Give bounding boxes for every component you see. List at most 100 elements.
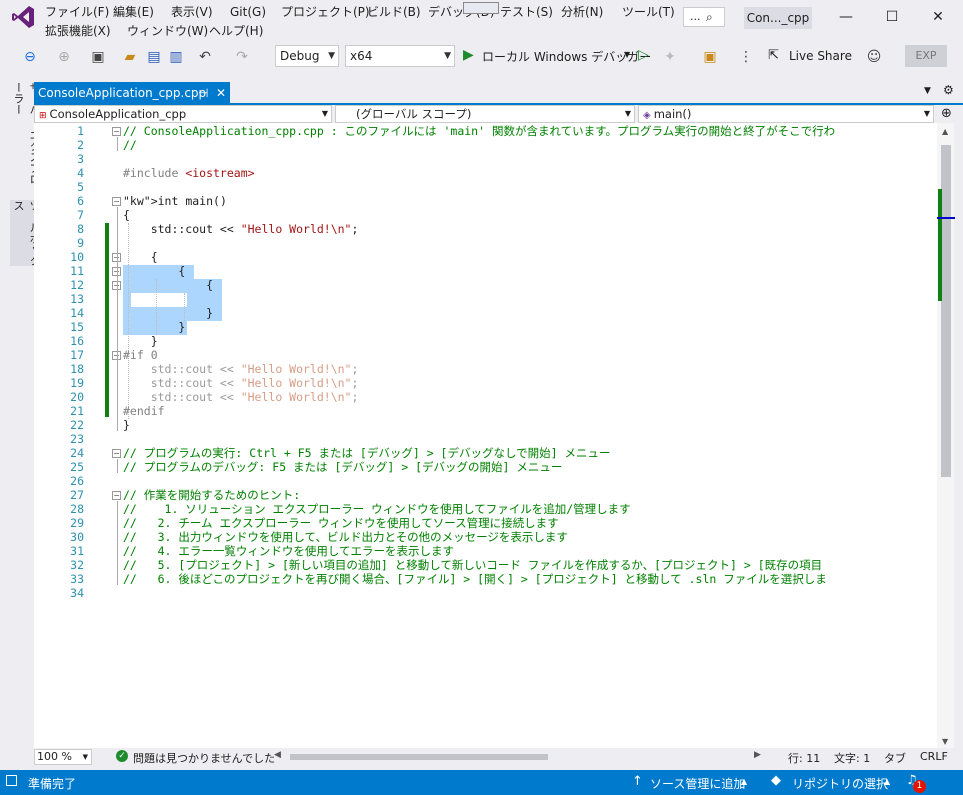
char-indicator[interactable]: 文字: 1 <box>834 750 870 766</box>
minimize-button[interactable]: — <box>826 4 866 30</box>
code-line: // <box>123 138 137 152</box>
menu-test[interactable]: テスト(S) <box>500 4 553 20</box>
chevron-down-icon: ▼ <box>82 753 88 761</box>
chevron-up-icon[interactable]: ▲ <box>884 777 890 786</box>
search-label: ... <box>690 10 701 23</box>
code-line: // 6. 後ほどこのプロジェクトを再び開く場合、[ファイル] > [開く] >… <box>123 572 827 586</box>
menu-build[interactable]: ビルド(B) <box>367 4 421 20</box>
scroll-down-icon[interactable]: ▼ <box>942 737 948 746</box>
close-tab-icon[interactable]: ✕ <box>216 82 226 104</box>
menu-analyze[interactable]: 分析(N) <box>561 4 603 20</box>
pin-icon[interactable]: ⊣ <box>198 82 208 104</box>
visual-studio-logo-icon[interactable] <box>10 4 36 30</box>
line-number: 11 <box>70 264 84 278</box>
chevron-down-icon: ▼ <box>444 51 451 61</box>
solution-title: Con..._cpp <box>744 7 812 29</box>
fold-toggle-icon[interactable]: − <box>112 449 121 458</box>
eol-indicator[interactable]: CRLF <box>920 750 948 763</box>
line-number: 8 <box>77 222 84 236</box>
platform-value: x64 <box>350 49 373 63</box>
git-repo-icon: ◆ <box>771 773 781 788</box>
chevron-up-icon[interactable]: ▲ <box>741 777 747 786</box>
line-number: 18 <box>70 362 84 376</box>
menu-extensions[interactable]: 拡張機能(X) <box>45 23 111 39</box>
add-to-source-control-button[interactable]: ソース管理に追加 <box>650 775 745 792</box>
search-box[interactable]: ... ⌕ <box>683 7 725 27</box>
scroll-thumb[interactable] <box>941 145 951 477</box>
feedback-icon[interactable]: ☺ <box>864 47 884 67</box>
line-number: 23 <box>70 432 84 446</box>
scope-nav-dropdown[interactable]: (グローバル スコープ) ▼ <box>335 105 635 123</box>
code-line: #include <iostream> <box>123 166 255 180</box>
menu-tools[interactable]: ツール(T) <box>622 4 675 20</box>
member-nav-dropdown[interactable]: ◈ main() ▼ <box>638 105 934 123</box>
scroll-up-icon[interactable]: ▲ <box>942 127 948 136</box>
menu-file[interactable]: ファイル(F) <box>45 4 109 20</box>
line-number: 14 <box>70 306 84 320</box>
redo-icon[interactable]: ↷ <box>232 47 252 67</box>
chevron-down-icon: ▼ <box>923 109 930 118</box>
tab-mode-indicator[interactable]: タブ <box>884 750 906 766</box>
menu-window[interactable]: ウィンドウ(W) <box>127 23 208 39</box>
code-line: std::cout << "Hello World!\n"; <box>123 222 359 236</box>
exp-button[interactable]: EXP <box>905 45 947 67</box>
toolbar-options-icon[interactable]: ⋮ <box>736 47 756 67</box>
undo-icon[interactable]: ↶ <box>195 47 215 67</box>
line-indicator[interactable]: 行: 11 <box>788 750 820 766</box>
code-editor[interactable] <box>34 123 937 748</box>
project-nav-dropdown[interactable]: ⊞ ConsoleApplication_cpp ▼ <box>34 105 332 123</box>
settings-gear-icon[interactable]: ⚙ <box>943 83 954 97</box>
line-number: 19 <box>70 376 84 390</box>
code-line: { <box>123 208 130 222</box>
zoom-dropdown[interactable]: 100 % ▼ <box>34 749 92 765</box>
fold-toggle-icon[interactable]: − <box>112 491 121 500</box>
output-window-icon[interactable] <box>6 775 17 786</box>
tab-list-icon[interactable]: ▼ <box>924 86 931 96</box>
code-line: } <box>123 418 130 432</box>
line-number: 20 <box>70 390 84 404</box>
live-share-button[interactable]: Live Share <box>789 49 852 63</box>
fold-toggle-icon[interactable]: − <box>112 127 121 136</box>
code-line: { <box>123 250 158 264</box>
menu-git[interactable]: Git(G) <box>230 4 266 20</box>
select-repository-button[interactable]: リポジトリの選択 <box>792 775 888 792</box>
search-icon: ⌕ <box>706 10 713 24</box>
forward-icon[interactable]: ⊕ <box>54 47 74 67</box>
code-line: } <box>123 334 158 348</box>
method-cube-icon: ◈ <box>643 110 651 121</box>
menu-edit[interactable]: 編集(E) <box>113 4 154 20</box>
code-line: { <box>123 278 214 292</box>
issues-status[interactable]: 問題は見つかりませんでした <box>133 750 275 766</box>
member-nav-value: main() <box>653 107 692 121</box>
new-project-icon[interactable]: ▣ <box>88 47 108 67</box>
split-editor-icon[interactable]: ⊕ <box>938 105 955 123</box>
line-number: 6 <box>77 194 84 208</box>
open-folder-icon[interactable]: ▰ <box>120 47 140 67</box>
save-icon[interactable]: ▤ <box>144 47 164 67</box>
fold-toggle-icon[interactable]: − <box>112 197 121 206</box>
code-line: // 5. [プロジェクト] > [新しい項目の追加] と移動して新しいコード … <box>123 558 823 572</box>
line-number: 21 <box>70 404 84 418</box>
horizontal-scroll-thumb[interactable] <box>290 754 548 760</box>
back-icon[interactable]: ⊖ <box>20 47 40 67</box>
platform-dropdown[interactable]: x64 ▼ <box>345 45 455 67</box>
start-debug-icon[interactable]: ▶ <box>463 47 474 63</box>
scroll-right-icon[interactable]: ▶ <box>754 750 761 760</box>
close-button[interactable]: ✕ <box>918 4 958 30</box>
scroll-left-icon[interactable]: ◀ <box>274 750 281 760</box>
tab-title: ConsoleApplication_cpp.cpp <box>38 86 207 100</box>
notification-count-badge: 1 <box>913 780 926 793</box>
save-all-icon[interactable]: ▥ <box>166 47 186 67</box>
hot-reload-icon[interactable]: ✦ <box>660 47 680 67</box>
menu-view[interactable]: 表示(V) <box>171 4 213 20</box>
start-without-debug-icon[interactable]: ▷ <box>638 47 649 63</box>
menu-project[interactable]: プロジェクト(P) <box>281 4 370 20</box>
menu-help[interactable]: ヘルプ(H) <box>209 23 263 39</box>
line-number: 1 <box>77 124 84 138</box>
folder-view-icon[interactable]: ▣ <box>700 47 720 67</box>
maximize-button[interactable]: ☐ <box>872 4 912 30</box>
configuration-dropdown[interactable]: Debug ▼ <box>275 45 339 67</box>
fold-line <box>117 207 118 431</box>
chevron-down-icon[interactable]: ▼ <box>624 50 630 59</box>
document-tab[interactable]: ConsoleApplication_cpp.cpp ⊣ ✕ <box>34 82 230 104</box>
